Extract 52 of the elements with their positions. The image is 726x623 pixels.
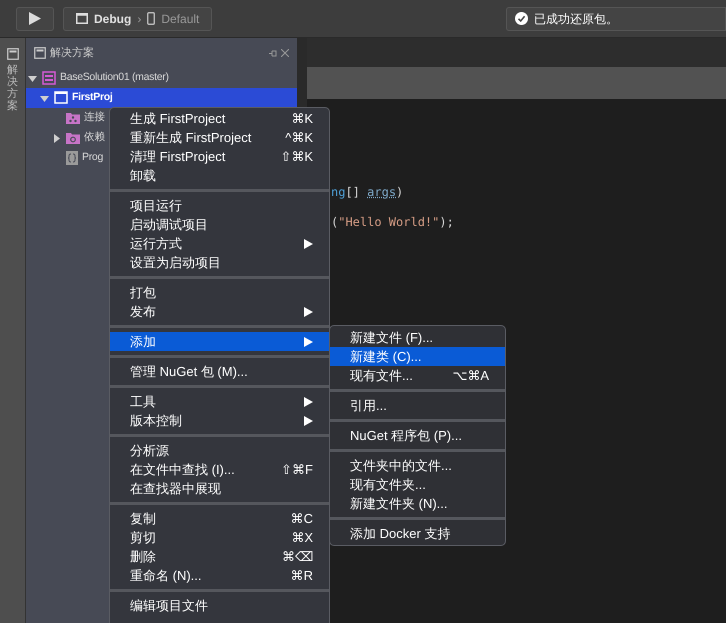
menu-item-label: 新建文件夹 (N)... <box>350 494 448 513</box>
menu-item-label: 新建文件 (F)... <box>350 328 434 347</box>
code-line: ng[] args) <box>330 184 404 201</box>
panel-title: 解决方案 <box>50 46 95 61</box>
menu-item-label: 重新生成 FirstProject <box>130 128 252 147</box>
menu-item-label: 文件夹中的文件... <box>350 456 453 475</box>
menu-item-label: 在文件中查找 (I)... <box>130 460 236 479</box>
menu-item-label: 生成 FirstProject <box>130 110 226 128</box>
menu-item-label: 打包 <box>130 284 157 302</box>
menu-item-label: 运行方式 <box>130 234 183 253</box>
configuration-label: Debug <box>94 10 132 28</box>
tree-label: BaseSolution01 (master) <box>60 70 169 86</box>
tree-label: FirstProj <box>72 90 112 106</box>
shortcut: ⌘X <box>291 528 313 547</box>
menu-item-label: 编辑项目文件 <box>130 596 209 615</box>
menu-item-label: 重命名 (N)... <box>130 566 202 585</box>
shortcut: ⌘R <box>290 566 313 585</box>
menu-item-label: 现有文件夹... <box>350 476 427 494</box>
status-text: 已成功还原包。 <box>534 10 618 28</box>
menu-item-label: 现有文件... <box>350 366 414 385</box>
menu-item-label: NuGet 程序包 (P)... <box>350 426 463 445</box>
menu-item-label: 分析源 <box>130 442 170 460</box>
menu-item-label: 剪切 <box>130 528 157 547</box>
menu-item-label: 清理 FirstProject <box>130 148 226 166</box>
device-label: Default <box>161 10 200 28</box>
menu-item-label: 新建类 (C)... <box>350 348 422 366</box>
shortcut: ⇧⌘F <box>281 460 313 479</box>
menu-item-label: 启动调试项目 <box>130 216 209 234</box>
shortcut: ^⌘K <box>285 128 313 147</box>
menu-item-label: 添加 <box>130 332 157 351</box>
tree-label: Prog <box>82 150 103 166</box>
tree-label: 连接 <box>84 110 106 126</box>
menu-item-label: 项目运行 <box>130 196 183 215</box>
menu-item-label: 设置为启动项目 <box>130 254 222 272</box>
shortcut: ⌘K <box>291 110 313 128</box>
shortcut: ⌘⌫ <box>282 548 313 566</box>
shortcut: ⌘C <box>290 510 313 528</box>
menu-item-label: 卸载 <box>130 166 157 185</box>
menu-item-label: 在查找器中展现 <box>130 480 222 498</box>
menu-item-label: 工具 <box>130 392 157 411</box>
menu-item-label: 版本控制 <box>130 412 183 430</box>
shortcut: ⇧⌘K <box>280 148 313 166</box>
menu-item-label: 添加 Docker 支持 <box>350 524 452 543</box>
shortcut: ⌥⌘A <box>452 366 489 385</box>
menu-item-label: 发布 <box>130 302 157 321</box>
menu-item-label: 引用... <box>350 396 388 415</box>
menu-item-label: 管理 NuGet 包 (M)... <box>130 362 249 381</box>
tree-label: 依赖 <box>84 130 106 146</box>
menu-item-label: 删除 <box>130 548 157 566</box>
menu-item-label: 复制 <box>130 510 157 528</box>
breadcrumb-separator: › <box>137 10 142 28</box>
code-line: ("Hello World!"); <box>330 214 455 231</box>
